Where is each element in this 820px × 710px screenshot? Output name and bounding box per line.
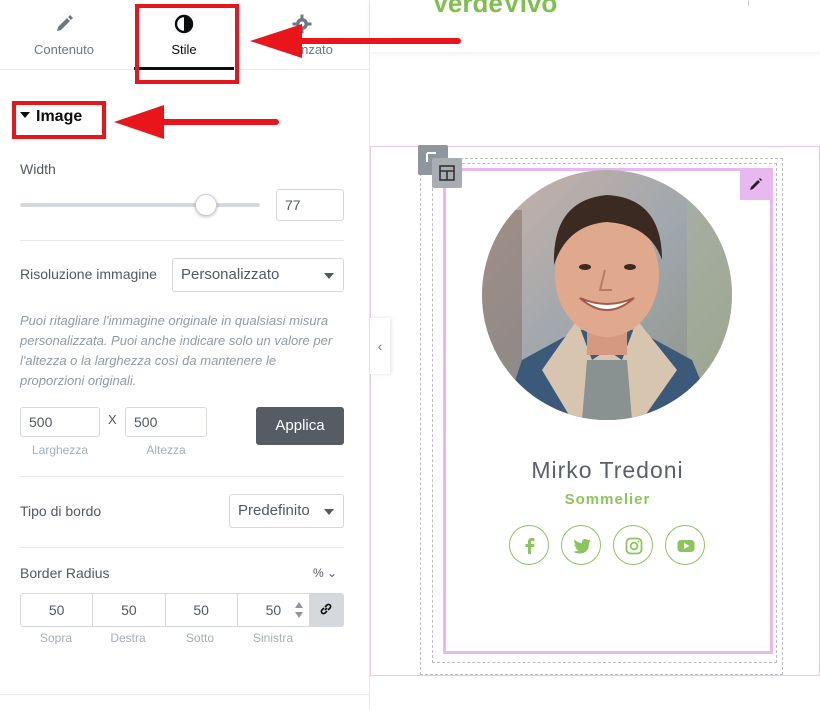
- resolution-select[interactable]: Personalizzato: [172, 258, 344, 292]
- chevron-down-icon: [324, 273, 334, 279]
- profile-photo-image: [482, 170, 732, 420]
- person-name: Mirko Tredoni: [531, 457, 684, 483]
- twitter-link[interactable]: [561, 525, 601, 565]
- border-type-select[interactable]: Predefinito: [229, 494, 344, 528]
- site-logo[interactable]: VerdeVivo: [432, 0, 557, 19]
- section-handle[interactable]: [432, 158, 462, 188]
- radius-bottom-input[interactable]: 50: [166, 594, 238, 626]
- annotation-arrow-icon: [114, 105, 279, 139]
- tab-label: Contenuto: [34, 42, 94, 57]
- collapse-panel-button[interactable]: ‹: [370, 318, 390, 374]
- pencil-icon: [750, 178, 762, 190]
- twitter-icon: [573, 539, 591, 554]
- unit-select[interactable]: % ⌄: [313, 566, 337, 580]
- layout-icon: [439, 165, 455, 181]
- width-label: Width: [20, 161, 56, 177]
- chevron-left-icon: ‹: [377, 338, 383, 354]
- divider: [20, 547, 344, 548]
- annotation-highlight-image-section: [12, 101, 106, 139]
- border-type-value: Predefinito: [238, 502, 310, 519]
- apply-button[interactable]: Applica: [256, 407, 344, 445]
- border-type-label: Tipo di bordo: [20, 503, 102, 519]
- radius-top-input[interactable]: 50: [21, 594, 94, 626]
- radius-left-input[interactable]: 50: [238, 594, 309, 626]
- profile-photo[interactable]: [482, 170, 732, 420]
- facebook-icon: [525, 538, 535, 554]
- youtube-icon: [677, 540, 695, 552]
- resolution-label: Risoluzione immagine: [20, 266, 157, 282]
- screen: Contenuto Stile nzato Image Width 77 Ris…: [0, 0, 820, 710]
- border-radius-inputs: 50 50 50 50: [20, 593, 344, 627]
- divider: [20, 476, 344, 477]
- divider: [0, 694, 370, 695]
- radius-left-value: 50: [265, 602, 282, 618]
- stepper-icon[interactable]: [294, 601, 304, 619]
- radius-bottom-caption: Sotto: [185, 631, 215, 645]
- resolution-value: Personalizzato: [181, 266, 280, 283]
- annotation-highlight-style-tab: [135, 4, 239, 84]
- width-slider[interactable]: [20, 203, 260, 207]
- custom-width-input[interactable]: 500: [20, 407, 100, 437]
- radius-left-caption: Sinistra: [252, 631, 293, 645]
- annotation-arrow-icon: [250, 24, 461, 58]
- person-role: Sommelier: [564, 491, 651, 508]
- link-values-button[interactable]: [309, 594, 343, 626]
- divider: [20, 240, 344, 241]
- width-caption: Larghezza: [31, 443, 89, 457]
- instagram-link[interactable]: [613, 525, 653, 565]
- resolution-help-text: Puoi ritagliare l'immagine originale in …: [20, 313, 333, 388]
- radius-right-caption: Destra: [110, 631, 146, 645]
- width-input[interactable]: 77: [276, 189, 344, 221]
- divider: [748, 0, 749, 6]
- radius-right-input[interactable]: 50: [93, 594, 166, 626]
- height-caption: Altezza: [146, 443, 186, 457]
- pencil-icon: [57, 15, 73, 31]
- chevron-down-icon: [324, 509, 334, 515]
- dimension-separator: X: [108, 412, 117, 427]
- width-slider-handle[interactable]: [195, 194, 217, 216]
- logo-text: VerdeVivo: [432, 0, 558, 18]
- youtube-link[interactable]: [665, 525, 705, 565]
- facebook-link[interactable]: [509, 525, 549, 565]
- radius-top-caption: Sopra: [39, 631, 73, 645]
- instagram-icon: [625, 537, 643, 555]
- border-radius-label: Border Radius: [20, 565, 110, 581]
- edit-widget-button[interactable]: [740, 168, 772, 200]
- tab-contenuto[interactable]: Contenuto: [14, 0, 114, 70]
- custom-height-input[interactable]: 500: [125, 407, 207, 437]
- link-icon: [320, 603, 332, 615]
